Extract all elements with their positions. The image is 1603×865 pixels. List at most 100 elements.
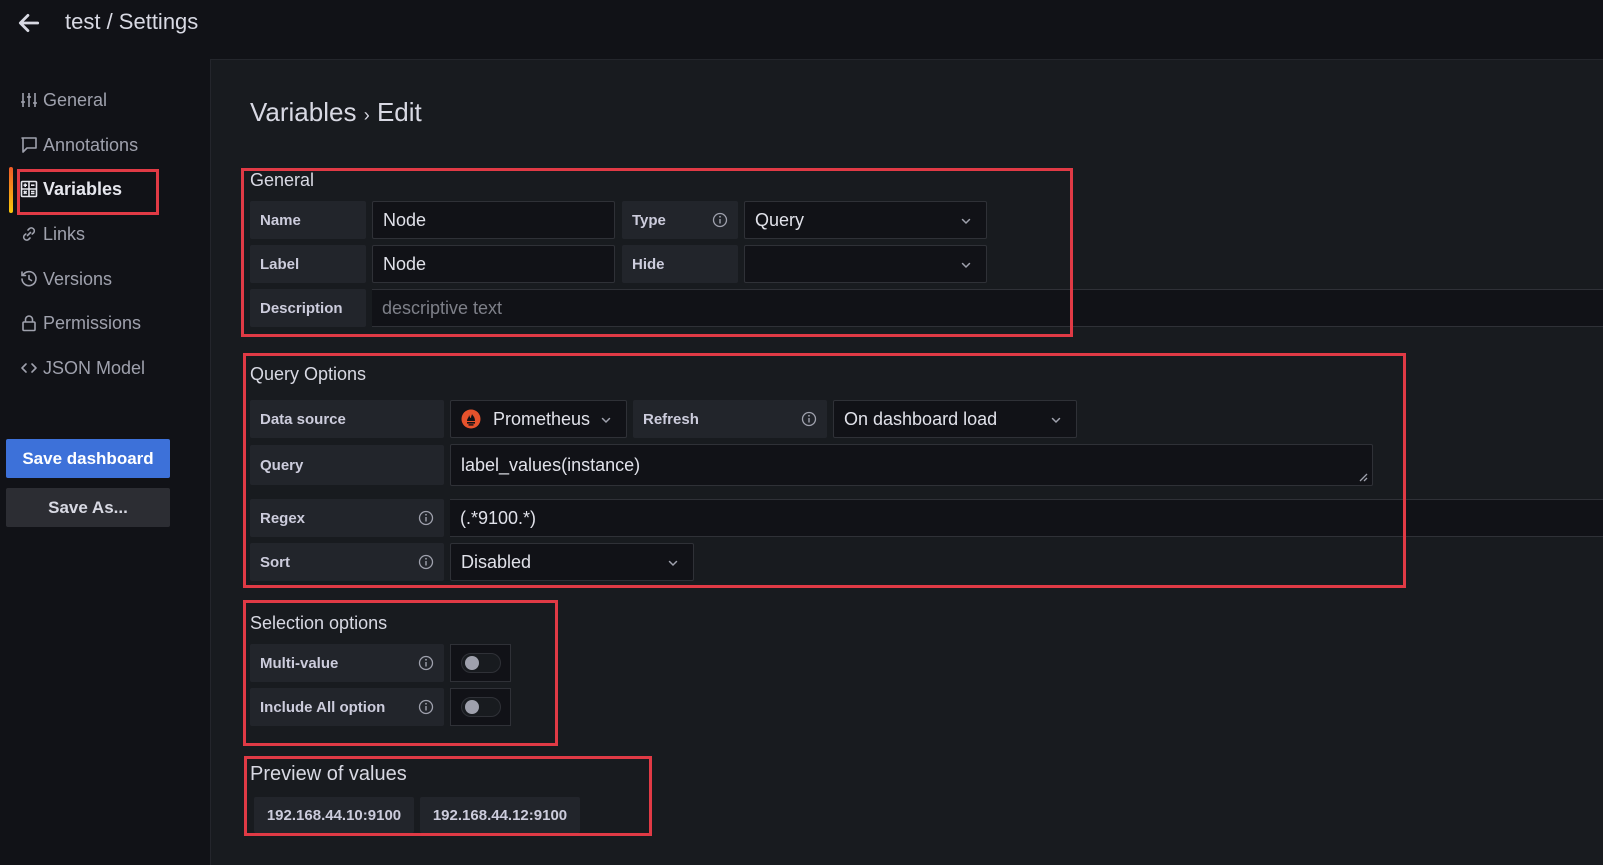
active-indicator xyxy=(9,167,13,213)
comment-icon xyxy=(20,136,38,154)
sort-select[interactable]: Disabled xyxy=(450,543,694,581)
multi-value-toggle[interactable] xyxy=(450,644,511,682)
multi-value-label-text: Multi-value xyxy=(260,654,339,672)
description-placeholder-text: descriptive text xyxy=(382,297,503,318)
datasource-select[interactable]: Prometheus xyxy=(450,400,627,438)
type-value: Query xyxy=(755,209,805,230)
sort-value: Disabled xyxy=(461,551,532,572)
chevron-down-icon xyxy=(961,262,971,269)
breadcrumb-separator: › xyxy=(363,105,370,125)
sidebar-item-label: Annotations xyxy=(43,134,139,155)
section-title-general: General xyxy=(250,170,315,190)
regex-value-wrap: (.*9100.*) xyxy=(450,499,1150,537)
regex-value: (.*9100.*) xyxy=(460,507,537,528)
query-value: label_values(instance) xyxy=(461,454,641,475)
section-title-selection-options: Selection options xyxy=(250,613,388,633)
toggle-switch xyxy=(460,697,501,717)
datasource-label-text: Data source xyxy=(260,410,346,428)
breadcrumb-current: Edit xyxy=(376,97,422,127)
code-icon xyxy=(20,359,38,377)
include-all-toggle[interactable] xyxy=(450,688,511,726)
history-icon xyxy=(20,270,38,288)
info-icon[interactable] xyxy=(418,554,434,570)
label-input[interactable]: Node xyxy=(372,245,615,283)
refresh-label-text: Refresh xyxy=(643,410,699,428)
toggle-knob xyxy=(464,700,479,714)
lock-icon xyxy=(20,314,38,332)
prometheus-icon xyxy=(461,409,481,429)
info-icon[interactable] xyxy=(418,699,434,715)
hide-label-text: Hide xyxy=(632,255,665,273)
hide-label: Hide xyxy=(622,245,738,283)
sort-label: Sort xyxy=(250,543,444,581)
chevron-down-icon xyxy=(668,560,678,567)
type-select[interactable]: Query xyxy=(744,201,987,239)
sidebar-item-links[interactable]: Links xyxy=(20,219,85,249)
name-value: Node xyxy=(383,209,427,230)
info-icon[interactable] xyxy=(418,655,434,671)
section-title-preview: Preview of values xyxy=(250,763,407,785)
top-bar: test / Settings xyxy=(0,0,1603,60)
name-input[interactable]: Node xyxy=(372,201,615,239)
sidebar-item-label: Versions xyxy=(43,268,113,289)
regex-label-text: Regex xyxy=(260,509,306,527)
info-icon[interactable] xyxy=(712,212,728,228)
refresh-label: Refresh xyxy=(633,400,827,438)
include-all-label: Include All option xyxy=(250,688,444,726)
datasource-label: Data source xyxy=(250,400,444,438)
type-label-text: Type xyxy=(632,211,666,229)
link-icon xyxy=(20,225,38,243)
sliders-icon xyxy=(20,91,38,109)
name-label: Name xyxy=(250,201,366,239)
sidebar-item-annotations[interactable]: Annotations xyxy=(20,130,138,160)
label-value: Node xyxy=(383,253,427,274)
include-all-label-text: Include All option xyxy=(260,698,386,716)
section-title-query-options: Query Options xyxy=(250,364,367,384)
chevron-down-icon xyxy=(1051,417,1061,424)
sidebar-item-label: Permissions xyxy=(43,312,142,333)
sidebar-item-versions[interactable]: Versions xyxy=(20,264,112,294)
query-label: Query xyxy=(250,445,444,485)
calculator-icon xyxy=(20,180,38,198)
hide-select[interactable] xyxy=(744,245,987,283)
name-label-text: Name xyxy=(260,211,301,229)
page-heading: test / Settings xyxy=(65,9,199,34)
chevron-down-icon xyxy=(601,417,611,424)
breadcrumb-parent[interactable]: Variables xyxy=(250,97,356,127)
description-placeholder: descriptive text xyxy=(372,289,1072,327)
breadcrumb: Variables › Edit xyxy=(250,97,422,128)
info-icon[interactable] xyxy=(801,411,817,427)
label-label-text: Label xyxy=(260,255,300,273)
save-dashboard-button[interactable]: Save dashboard xyxy=(6,439,170,478)
sort-label-text: Sort xyxy=(260,553,290,571)
toggle-switch xyxy=(460,653,501,673)
save-as-button[interactable]: Save As... xyxy=(6,488,170,527)
type-label: Type xyxy=(622,201,738,239)
sidebar-item-permissions[interactable]: Permissions xyxy=(20,308,141,338)
sidebar-item-label: Variables xyxy=(43,178,123,199)
query-label-text: Query xyxy=(260,456,304,474)
sidebar-item-label: Links xyxy=(43,223,86,244)
arrow-left-icon xyxy=(18,14,40,32)
regex-label: Regex xyxy=(250,499,444,537)
resize-handle-icon[interactable] xyxy=(1358,472,1368,482)
preview-value-chip: 192.168.44.12:9100 xyxy=(420,797,580,833)
multi-value-label: Multi-value xyxy=(250,644,444,682)
refresh-value: On dashboard load xyxy=(844,408,998,429)
sidebar-item-json-model[interactable]: JSON Model xyxy=(20,353,145,383)
description-label: Description xyxy=(250,289,366,327)
sidebar-item-general[interactable]: General xyxy=(20,85,107,115)
sidebar-item-label: JSON Model xyxy=(43,357,146,378)
query-textarea[interactable]: label_values(instance) xyxy=(450,444,1373,486)
label-label: Label xyxy=(250,245,366,283)
datasource-value: Prometheus xyxy=(493,408,591,429)
description-label-text: Description xyxy=(260,299,343,317)
info-icon[interactable] xyxy=(418,510,434,526)
sidebar-item-variables[interactable]: Variables xyxy=(20,174,122,204)
chevron-down-icon xyxy=(961,218,971,225)
back-button[interactable] xyxy=(14,8,44,38)
toggle-knob xyxy=(464,656,479,670)
preview-value-chip: 192.168.44.10:9100 xyxy=(254,797,414,833)
refresh-select[interactable]: On dashboard load xyxy=(833,400,1077,438)
sidebar-item-label: General xyxy=(43,89,108,110)
